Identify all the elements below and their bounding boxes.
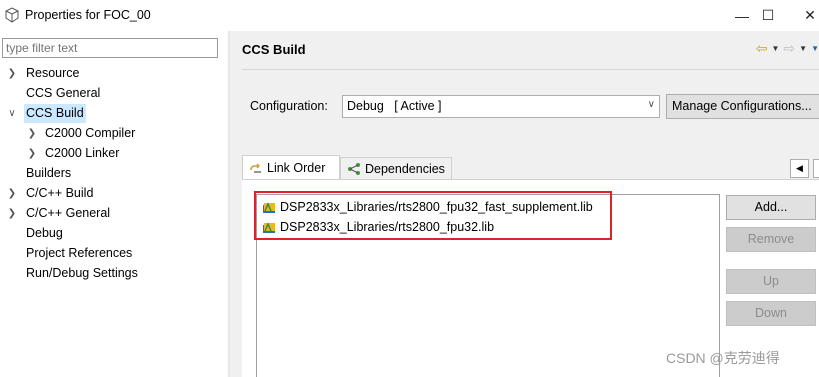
window-title: Properties for FOC_00 — [25, 8, 151, 22]
chevron-right-icon[interactable]: ❯ — [6, 184, 18, 203]
dependencies-icon — [348, 163, 360, 175]
down-button[interactable]: Down — [726, 301, 816, 326]
chevron-right-icon[interactable]: ❯ — [26, 144, 38, 163]
configuration-value: Debug [ Active ] — [347, 99, 442, 113]
page-header: CCS Build ⇦ ▼ ⇨ ▼ ▼ — [230, 31, 819, 68]
minimize-icon: — — [735, 7, 749, 24]
tree-item-label: C2000 Linker — [45, 146, 120, 160]
forward-dropdown-icon[interactable]: ▼ — [799, 44, 807, 53]
filter-input[interactable] — [2, 38, 218, 58]
tree-item-resource[interactable]: ❯ Resource — [0, 64, 82, 83]
tree-item-label: CCS Build — [24, 104, 86, 123]
navigation-arrows: ⇦ ▼ ⇨ ▼ ▼ — [756, 40, 819, 57]
chevron-right-icon[interactable]: ❯ — [6, 64, 18, 83]
tree-item-debug[interactable]: Debug — [0, 224, 65, 243]
properties-icon — [5, 7, 19, 23]
properties-navigation: ❯ Resource CCS General ∨ CCS Build ❯ C20… — [0, 31, 228, 377]
manage-configurations-button[interactable]: Manage Configurations... — [666, 94, 819, 119]
tree-item-label: C/C++ Build — [26, 186, 94, 200]
tab-link-order[interactable]: Link Order — [242, 155, 340, 180]
tab-label: Dependencies — [365, 162, 445, 176]
tree-item-label: C/C++ General — [26, 206, 111, 220]
tree-item-cpp-build[interactable]: ❯ C/C++ Build — [0, 184, 95, 203]
configuration-select[interactable]: Debug [ Active ] ∨ — [342, 95, 660, 118]
maximize-icon: ☐ — [761, 7, 775, 23]
maximize-button[interactable]: ☐ — [748, 0, 788, 31]
tree-item-label: C2000 Compiler — [45, 126, 136, 140]
tree-item-c2000-linker[interactable]: ❯ C2000 Linker — [0, 144, 121, 163]
link-order-icon — [250, 163, 261, 173]
chevron-right-icon[interactable]: ❯ — [26, 124, 38, 143]
tab-scroll-left-button[interactable]: ◀ — [790, 159, 809, 178]
tree-item-label: Debug — [26, 226, 63, 240]
tree-item-label: Resource — [26, 66, 80, 80]
configuration-label: Configuration: — [250, 99, 328, 113]
tree-item-ccs-general[interactable]: CCS General — [0, 84, 102, 103]
title-bar: Properties for FOC_00 — ☐ ✕ — [0, 0, 819, 31]
forward-arrow-icon[interactable]: ⇨ — [783, 40, 795, 57]
header-separator — [242, 69, 819, 70]
chevron-down-icon: ∨ — [647, 99, 655, 110]
tab-dependencies[interactable]: Dependencies — [340, 157, 452, 180]
tree-item-c2000-compiler[interactable]: ❯ C2000 Compiler — [0, 124, 137, 143]
remove-button[interactable]: Remove — [726, 227, 816, 252]
add-button[interactable]: Add... — [726, 195, 816, 220]
up-button[interactable]: Up — [726, 269, 816, 294]
tree-item-project-references[interactable]: Project References — [0, 244, 134, 263]
add-button-label: Add... — [754, 200, 788, 214]
chevron-right-icon[interactable]: ❯ — [6, 204, 18, 223]
tab-label: Link Order — [267, 161, 326, 175]
tree-item-ccs-build[interactable]: ∨ CCS Build — [0, 104, 86, 123]
tree-item-label: Project References — [26, 246, 133, 260]
tab-scroll-right-button[interactable] — [813, 159, 819, 178]
back-dropdown-icon[interactable]: ▼ — [772, 44, 780, 53]
tree-item-label: Builders — [26, 166, 72, 180]
tree-item-builders[interactable]: Builders — [0, 164, 73, 183]
close-icon: ✕ — [804, 7, 816, 23]
tree-item-run-debug-settings[interactable]: Run/Debug Settings — [0, 264, 140, 283]
close-button[interactable]: ✕ — [790, 0, 819, 31]
chevron-down-icon[interactable]: ∨ — [6, 104, 18, 123]
page-title: CCS Build — [242, 42, 306, 57]
tree-item-cpp-general[interactable]: ❯ C/C++ General — [0, 204, 112, 223]
tree-item-label: Run/Debug Settings — [26, 266, 138, 280]
annotation-highlight-box — [254, 191, 612, 240]
tree-item-label: CCS General — [26, 86, 101, 100]
view-menu-icon[interactable]: ▼ — [811, 44, 819, 53]
back-arrow-icon[interactable]: ⇦ — [756, 40, 768, 57]
chevron-left-icon: ◀ — [796, 163, 803, 173]
configuration-row: Configuration: Debug [ Active ] ∨ Manage… — [242, 93, 819, 119]
watermark: CSDN @克劳迪得 — [666, 350, 780, 366]
